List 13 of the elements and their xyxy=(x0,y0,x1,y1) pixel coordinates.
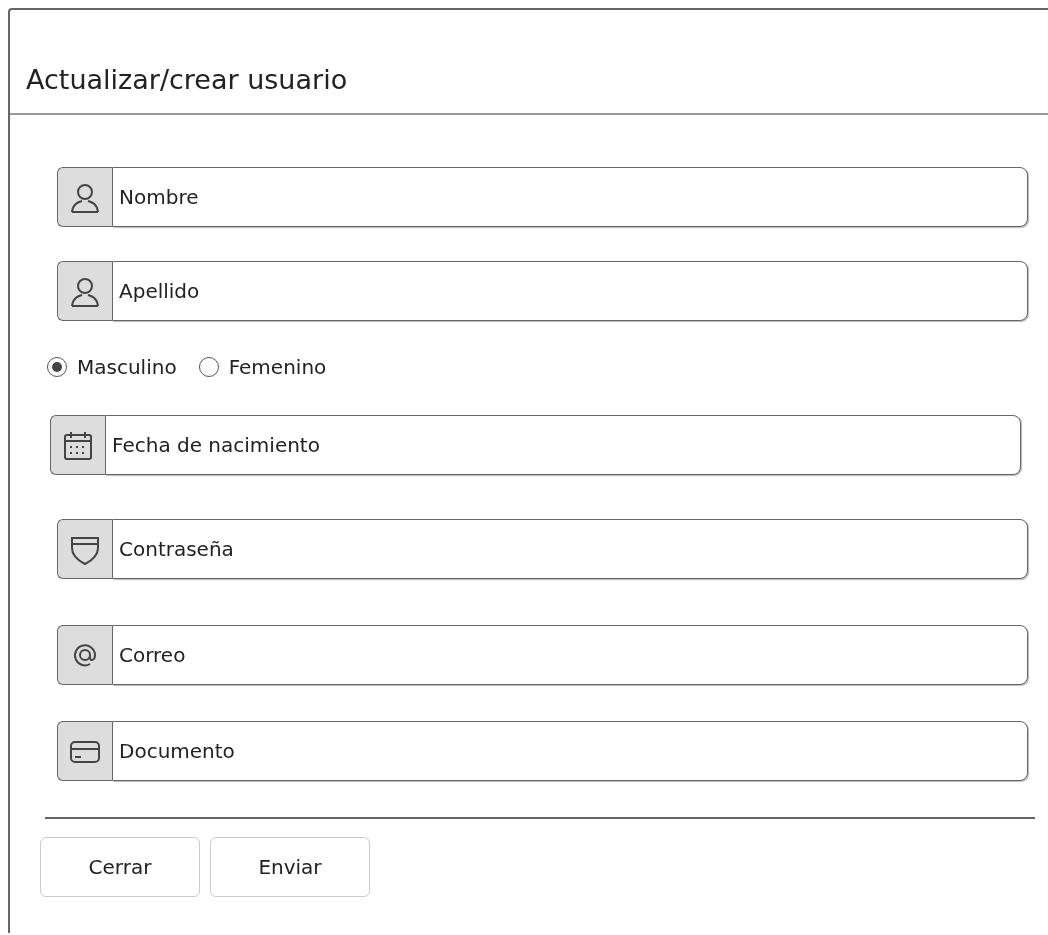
radio-option[interactable]: Masculino xyxy=(47,355,177,379)
radio-label: Masculino xyxy=(77,355,177,379)
text-field[interactable]: Nombre xyxy=(112,167,1028,227)
close-button[interactable]: Cerrar xyxy=(40,837,200,897)
text-field[interactable]: Contraseña xyxy=(112,519,1028,579)
submit-button[interactable]: Enviar xyxy=(210,837,370,897)
text-field[interactable]: Correo xyxy=(112,625,1028,685)
dialog-title: Actualizar/crear usuario xyxy=(25,63,349,97)
text-field[interactable]: Fecha de nacimiento xyxy=(105,415,1021,475)
radio-label: Femenino xyxy=(228,355,327,379)
text-field[interactable]: Documento xyxy=(112,721,1028,781)
radio-option[interactable]: Femenino xyxy=(198,355,327,379)
text-field[interactable]: Apellido xyxy=(112,261,1028,321)
